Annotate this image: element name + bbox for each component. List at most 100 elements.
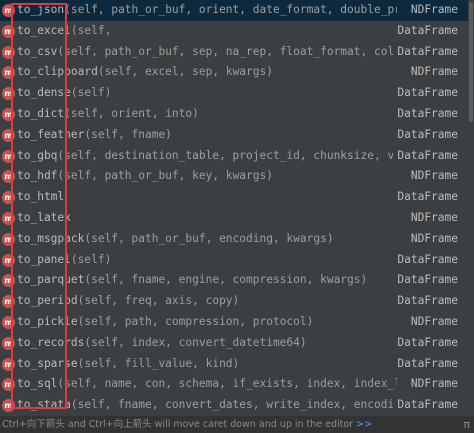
completion-item[interactable]: m to_clipboard(self, excel, sep, kwargs) N…	[0, 62, 474, 84]
completion-item-name: to_sparse	[17, 356, 78, 370]
completion-item-name: to_feather	[17, 127, 85, 141]
completion-item-signature: to_html	[17, 187, 397, 208]
completion-item-signature: to_panel(self)	[17, 250, 397, 271]
completion-item-params: (self, fname, engine, compression, kwarg…	[84, 273, 368, 287]
completion-item-type: NDFrame	[406, 228, 458, 250]
completion-item[interactable]: m to_parquet(self, fname, engine, compres…	[0, 270, 474, 292]
completion-item[interactable]: m to_csv(self, path_or_buf, sep, na_rep, …	[0, 41, 474, 63]
completion-item-type: DataFrame	[393, 83, 458, 104]
completion-item-type: DataFrame	[393, 395, 458, 416]
completion-item-signature: to_records(self, index, convert_datetime…	[17, 333, 397, 354]
completion-item-name: to_csv	[17, 44, 58, 58]
completion-item-type: NDFrame	[406, 166, 458, 188]
code-completion-popup: m to_json(self, path_or_buf, orient, date…	[0, 0, 474, 433]
completion-item[interactable]: m to_records(self, index, convert_datetim…	[0, 332, 474, 354]
completion-item-type: NDFrame	[406, 207, 458, 229]
completion-item-signature: to_gbq(self, destination_table, project_…	[17, 146, 397, 167]
completion-item[interactable]: m to_dense(self) DataFrame	[0, 83, 474, 104]
method-icon: m	[2, 45, 15, 59]
completion-item-params: (self, path, compression, protocol)	[77, 314, 314, 328]
completion-item[interactable]: m to_gbq(self, destination_table, project…	[0, 145, 474, 167]
completion-item-type: DataFrame	[393, 291, 458, 312]
completion-list[interactable]: m to_json(self, path_or_buf, orient, date…	[0, 0, 474, 416]
method-icon: m	[2, 274, 15, 288]
method-icon: m	[2, 128, 15, 142]
method-icon: m	[2, 191, 15, 205]
completion-item-name: to_latex	[17, 210, 71, 224]
completion-item-params: (self, destination_table, project_id, ch…	[57, 148, 397, 162]
completion-item-name: to_excel	[17, 23, 71, 37]
completion-item-name: to_stata	[17, 398, 71, 412]
completion-item-name: to_hdf	[17, 169, 58, 183]
completion-item-params: (self, excel, sep, kwargs)	[97, 65, 273, 79]
method-icon: m	[2, 66, 15, 80]
completion-item-name: to_panel	[17, 252, 71, 266]
completion-item[interactable]: m to_dict(self, orient, into) DataFrame	[0, 103, 474, 125]
completion-item[interactable]: m to_period(self, freq, axis, copy) DataFr…	[0, 291, 474, 312]
completion-item-type: DataFrame	[393, 20, 458, 42]
completion-item-signature: to_dense(self)	[17, 83, 397, 104]
method-icon: m	[2, 336, 15, 350]
completion-item-type: DataFrame	[393, 270, 458, 292]
hint-arrows-link[interactable]: >>	[356, 419, 372, 430]
pi-icon[interactable]: π	[463, 416, 470, 433]
completion-item-signature: to_clipboard(self, excel, sep, kwargs)	[17, 62, 397, 83]
completion-item-signature: to_hdf(self, path_or_buf, key, kwargs)	[17, 166, 397, 187]
completion-item-name: to_msgpack	[17, 231, 85, 245]
completion-item[interactable]: m to_hdf(self, path_or_buf, key, kwargs) N…	[0, 166, 474, 188]
completion-item-name: to_sql	[17, 377, 58, 391]
completion-item-params: (self, path_or_buf, orient, date_format,…	[64, 3, 397, 16]
method-icon: m	[2, 4, 15, 17]
completion-item-signature: to_dict(self, orient, into)	[17, 104, 397, 125]
completion-item-name: to_json	[17, 3, 65, 16]
completion-item-name: to_period	[17, 294, 78, 308]
scrollbar-thumb[interactable]	[469, 2, 473, 122]
completion-item-type: DataFrame	[393, 249, 458, 271]
completion-item-name: to_dense	[17, 86, 71, 100]
completion-item[interactable]: m to_sparse(self, fill_value, kind) DataFr…	[0, 353, 474, 375]
completion-item-type: DataFrame	[393, 187, 458, 208]
completion-scrollbar[interactable]	[468, 0, 474, 416]
completion-item-params: (self)	[70, 86, 112, 100]
method-icon: m	[2, 107, 15, 121]
completion-item-type: DataFrame	[393, 103, 458, 125]
completion-item[interactable]: m to_msgpack(self, path_or_buf, encoding,…	[0, 228, 474, 250]
completion-item-type: DataFrame	[393, 353, 458, 375]
completion-item-name: to_dict	[17, 106, 65, 120]
completion-item-params: (self, orient, into)	[64, 106, 199, 120]
completion-item[interactable]: m to_latex NDFrame	[0, 207, 474, 229]
method-icon: m	[2, 357, 15, 371]
completion-item-type: DataFrame	[393, 41, 458, 63]
method-icon: m	[2, 211, 15, 225]
completion-item[interactable]: m to_sql(self, name, con, schema, if_exis…	[0, 374, 474, 396]
completion-item-signature: to_period(self, freq, axis, copy)	[17, 291, 397, 312]
completion-item-signature: to_msgpack(self, path_or_buf, encoding, …	[17, 229, 397, 250]
completion-item[interactable]: m to_json(self, path_or_buf, orient, date…	[0, 0, 474, 21]
method-icon: m	[2, 87, 15, 101]
method-icon: m	[2, 315, 15, 329]
completion-item[interactable]: m to_feather(self, fname) DataFrame	[0, 124, 474, 146]
completion-item-name: to_gbq	[17, 148, 58, 162]
completion-item-params: (self, path_or_buf, encoding, kwargs)	[84, 231, 334, 245]
completion-item-type: NDFrame	[406, 374, 458, 396]
completion-item-params: (self, name, con, schema, if_exists, ind…	[57, 377, 397, 391]
completion-item-params: (self,	[70, 23, 112, 37]
completion-hint-bar: Ctrl+向下箭头 and Ctrl+向上箭头 will move caret …	[0, 416, 474, 433]
completion-item-params: (self, path_or_buf, key, kwargs)	[57, 169, 273, 183]
completion-item-signature: to_feather(self, fname)	[17, 125, 397, 146]
completion-item[interactable]: m to_html DataFrame	[0, 187, 474, 208]
completion-item[interactable]: m to_stata(self, fname, convert_dates, wr…	[0, 395, 474, 416]
completion-item-params: (self, fname)	[84, 127, 172, 141]
completion-item[interactable]: m to_excel(self, DataFrame	[0, 20, 474, 42]
completion-item-params: (self, path_or_buf, sep, na_rep, float_f…	[57, 44, 397, 58]
completion-item-signature: to_sql(self, name, con, schema, if_exist…	[17, 374, 397, 395]
completion-item-type: DataFrame	[393, 124, 458, 146]
completion-item-name: to_clipboard	[17, 65, 98, 79]
completion-item-name: to_pickle	[17, 314, 78, 328]
method-icon: m	[2, 253, 15, 267]
completion-item[interactable]: m to_panel(self) DataFrame	[0, 249, 474, 271]
completion-item[interactable]: m to_pickle(self, path, compression, prot…	[0, 311, 474, 333]
completion-item-signature: to_stata(self, fname, convert_dates, wri…	[17, 395, 397, 416]
completion-item-signature: to_excel(self,	[17, 21, 397, 42]
completion-item-signature: to_parquet(self, fname, engine, compress…	[17, 270, 397, 291]
